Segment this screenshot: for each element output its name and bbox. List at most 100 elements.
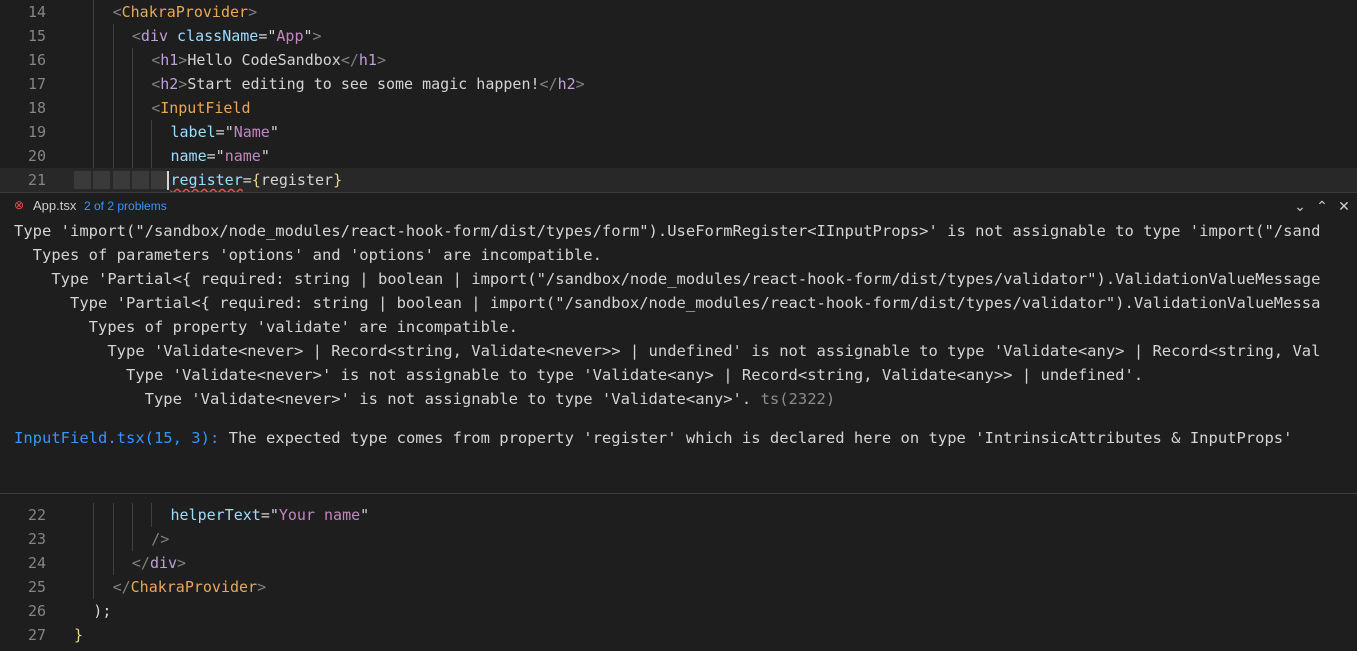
line-number: 15 bbox=[27, 27, 46, 45]
indent-guide bbox=[93, 503, 95, 527]
code-token: < bbox=[151, 75, 161, 93]
indent-guide bbox=[93, 120, 95, 144]
code-text[interactable]: name="name" bbox=[171, 144, 270, 168]
code-text[interactable]: <div className="App"> bbox=[132, 24, 322, 48]
code-token: /> bbox=[151, 530, 170, 548]
code-line-23[interactable]: 23 /> bbox=[0, 527, 1357, 551]
code-token: = bbox=[260, 506, 270, 524]
editor-top[interactable]: 14 <ChakraProvider> 15 <div className="App"… bbox=[0, 0, 1357, 192]
code-text[interactable]: ); bbox=[93, 599, 111, 623]
chevron-down-icon[interactable]: ⌄ bbox=[1293, 193, 1307, 219]
code-token: register bbox=[260, 171, 334, 189]
code-line-14[interactable]: 14 <ChakraProvider> bbox=[0, 0, 1357, 24]
code-token: App bbox=[276, 27, 304, 45]
code-line-21[interactable]: 21 register={register} bbox=[0, 168, 1357, 192]
indent-guide bbox=[93, 575, 95, 599]
code-token: div bbox=[140, 27, 169, 45]
line-number: 14 bbox=[27, 3, 46, 21]
related-info: InputField.tsx(15, 3): The expected type… bbox=[14, 426, 1357, 450]
code-text[interactable]: <h2>Start editing to see some magic happ… bbox=[151, 72, 584, 96]
indent-guide-box bbox=[74, 171, 91, 189]
code-token: </ bbox=[131, 554, 150, 572]
chevron-up-icon[interactable]: ⌃ bbox=[1315, 193, 1329, 219]
code-text[interactable]: helperText="Your name" bbox=[171, 503, 370, 527]
code-token: " bbox=[269, 123, 279, 141]
code-text[interactable]: register={register} bbox=[171, 168, 343, 192]
code-token: </ bbox=[539, 75, 558, 93]
code-token: </ bbox=[340, 51, 359, 69]
indent-guide bbox=[112, 120, 114, 144]
code-token: Hello CodeSandbox bbox=[187, 51, 341, 69]
code-text[interactable]: label="Name" bbox=[171, 120, 279, 144]
code-line-25[interactable]: 25 </ChakraProvider> bbox=[0, 575, 1357, 599]
code-token: " bbox=[360, 506, 370, 524]
code-line-18[interactable]: 18 <InputField bbox=[0, 96, 1357, 120]
code-token: Name bbox=[233, 123, 270, 141]
code-line-17[interactable]: 17 <h2>Start editing to see some magic ha… bbox=[0, 72, 1357, 96]
code-line-20[interactable]: 20 name="name" bbox=[0, 144, 1357, 168]
problem-count: 2 of 2 problems bbox=[84, 199, 167, 213]
code-token: < bbox=[112, 3, 122, 21]
code-text[interactable]: <ChakraProvider> bbox=[113, 0, 258, 24]
code-line-22[interactable]: 22 helperText="Your name" bbox=[0, 503, 1357, 527]
indent-guide bbox=[112, 96, 114, 120]
panel-actions: ⌄ ⌃ ✕ bbox=[1293, 193, 1351, 219]
indent-guide bbox=[93, 48, 95, 72]
message-line-last: Type 'Validate<never>' is not assignable… bbox=[14, 387, 1357, 411]
code-token: > bbox=[177, 554, 187, 572]
code-line-15[interactable]: 15 <div className="App"> bbox=[0, 24, 1357, 48]
code-token: > bbox=[257, 578, 267, 596]
line-number: 27 bbox=[27, 626, 46, 644]
code-token: className bbox=[177, 27, 259, 45]
code-line-16[interactable]: 16 <h1>Hello CodeSandbox</h1> bbox=[0, 48, 1357, 72]
code-token: > bbox=[312, 27, 322, 45]
file-name[interactable]: App.tsx bbox=[33, 193, 76, 219]
message-text: Type 'Validate<never>' is not assignable… bbox=[14, 390, 752, 408]
code-token: { bbox=[251, 171, 261, 189]
code-token: div bbox=[149, 554, 178, 572]
indent-guide-box bbox=[151, 171, 169, 189]
line-number: 26 bbox=[27, 602, 46, 620]
panel-header: ⊗ App.tsx 2 of 2 problems ⌄ ⌃ ✕ bbox=[0, 193, 1357, 219]
indent-guide-box bbox=[93, 171, 111, 189]
indent-guide bbox=[112, 503, 114, 527]
indent-guide bbox=[151, 120, 153, 144]
code-token: } bbox=[74, 626, 84, 644]
related-location-link[interactable]: InputField.tsx(15, 3): bbox=[14, 429, 219, 447]
code-token: = bbox=[242, 171, 252, 189]
code-token: Your name bbox=[278, 506, 361, 524]
code-token: label bbox=[170, 123, 216, 141]
line-number: 25 bbox=[27, 578, 46, 596]
code-token: < bbox=[151, 51, 161, 69]
code-line-19[interactable]: 19 label="Name" bbox=[0, 120, 1357, 144]
indent-guide bbox=[131, 503, 133, 527]
code-text[interactable]: <InputField bbox=[151, 96, 250, 120]
code-line-27[interactable]: 27} bbox=[0, 623, 1357, 647]
code-text[interactable]: } bbox=[74, 623, 83, 647]
indent-guide bbox=[151, 503, 153, 527]
code-token: = bbox=[206, 147, 216, 165]
code-text[interactable]: /> bbox=[151, 527, 169, 551]
code-text[interactable]: </ChakraProvider> bbox=[113, 575, 267, 599]
indent-guide bbox=[112, 551, 114, 575]
line-number: 22 bbox=[27, 506, 46, 524]
close-icon[interactable]: ✕ bbox=[1337, 193, 1351, 219]
code-line-26[interactable]: 26); bbox=[0, 599, 1357, 623]
code-token: " bbox=[303, 27, 313, 45]
code-token: InputField bbox=[160, 99, 251, 117]
line-number: 23 bbox=[27, 530, 46, 548]
code-token: ); bbox=[93, 602, 112, 620]
code-line-24[interactable]: 24 </div> bbox=[0, 551, 1357, 575]
code-token: h2 bbox=[160, 75, 179, 93]
code-text[interactable]: </div> bbox=[132, 551, 186, 575]
message-line: Type 'import("/sandbox/node_modules/reac… bbox=[14, 222, 1321, 240]
code-token: < bbox=[151, 99, 161, 117]
message-line: Type 'Partial<{ required: string | boole… bbox=[14, 294, 1321, 312]
code-token: > bbox=[248, 3, 258, 21]
code-text[interactable]: <h1>Hello CodeSandbox</h1> bbox=[151, 48, 386, 72]
code-token: > bbox=[376, 51, 386, 69]
code-token: " bbox=[260, 147, 270, 165]
line-number: 19 bbox=[27, 123, 46, 141]
ts-error-code: ts(2322) bbox=[760, 390, 836, 408]
editor-bottom[interactable]: 22 helperText="Your name" 23/> 24 </div> 25 </… bbox=[0, 503, 1357, 647]
